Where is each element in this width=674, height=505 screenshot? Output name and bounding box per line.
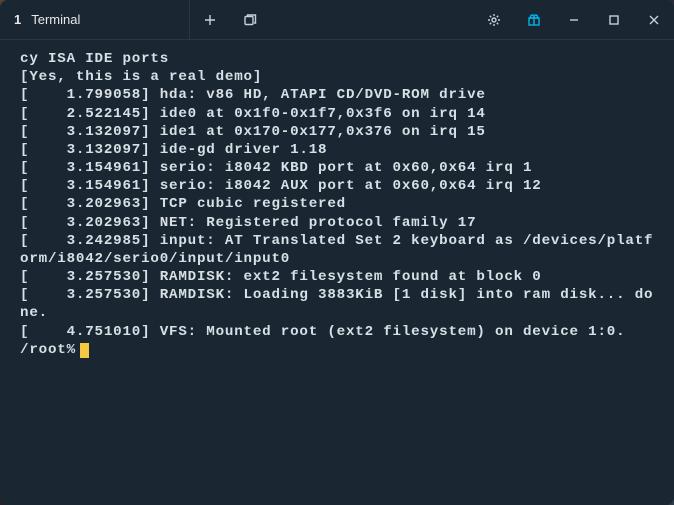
minimize-button[interactable] (554, 0, 594, 39)
maximize-button[interactable] (594, 0, 634, 39)
close-button[interactable] (634, 0, 674, 39)
terminal-window: 1 Terminal cy ISA IDE ports [Yes, this i… (0, 0, 674, 505)
gift-button[interactable] (514, 0, 554, 39)
settings-button[interactable] (474, 0, 514, 39)
titlebar: 1 Terminal (0, 0, 674, 40)
tabs-icon (243, 13, 257, 27)
cursor (80, 343, 89, 358)
tabs-overview-button[interactable] (230, 0, 270, 39)
plus-icon (203, 13, 217, 27)
terminal-output[interactable]: cy ISA IDE ports [Yes, this is a real de… (0, 40, 674, 505)
tab-index: 1 (14, 12, 21, 27)
gear-icon (487, 13, 501, 27)
terminal-prompt: /root% (20, 342, 76, 358)
tab-title: Terminal (31, 12, 80, 27)
titlebar-spacer (270, 0, 474, 39)
maximize-icon (607, 13, 621, 27)
minimize-icon (567, 13, 581, 27)
close-icon (647, 13, 661, 27)
new-tab-button[interactable] (190, 0, 230, 39)
terminal-text: cy ISA IDE ports [Yes, this is a real de… (20, 51, 653, 340)
tab-terminal[interactable]: 1 Terminal (0, 0, 190, 39)
gift-icon (527, 13, 541, 27)
